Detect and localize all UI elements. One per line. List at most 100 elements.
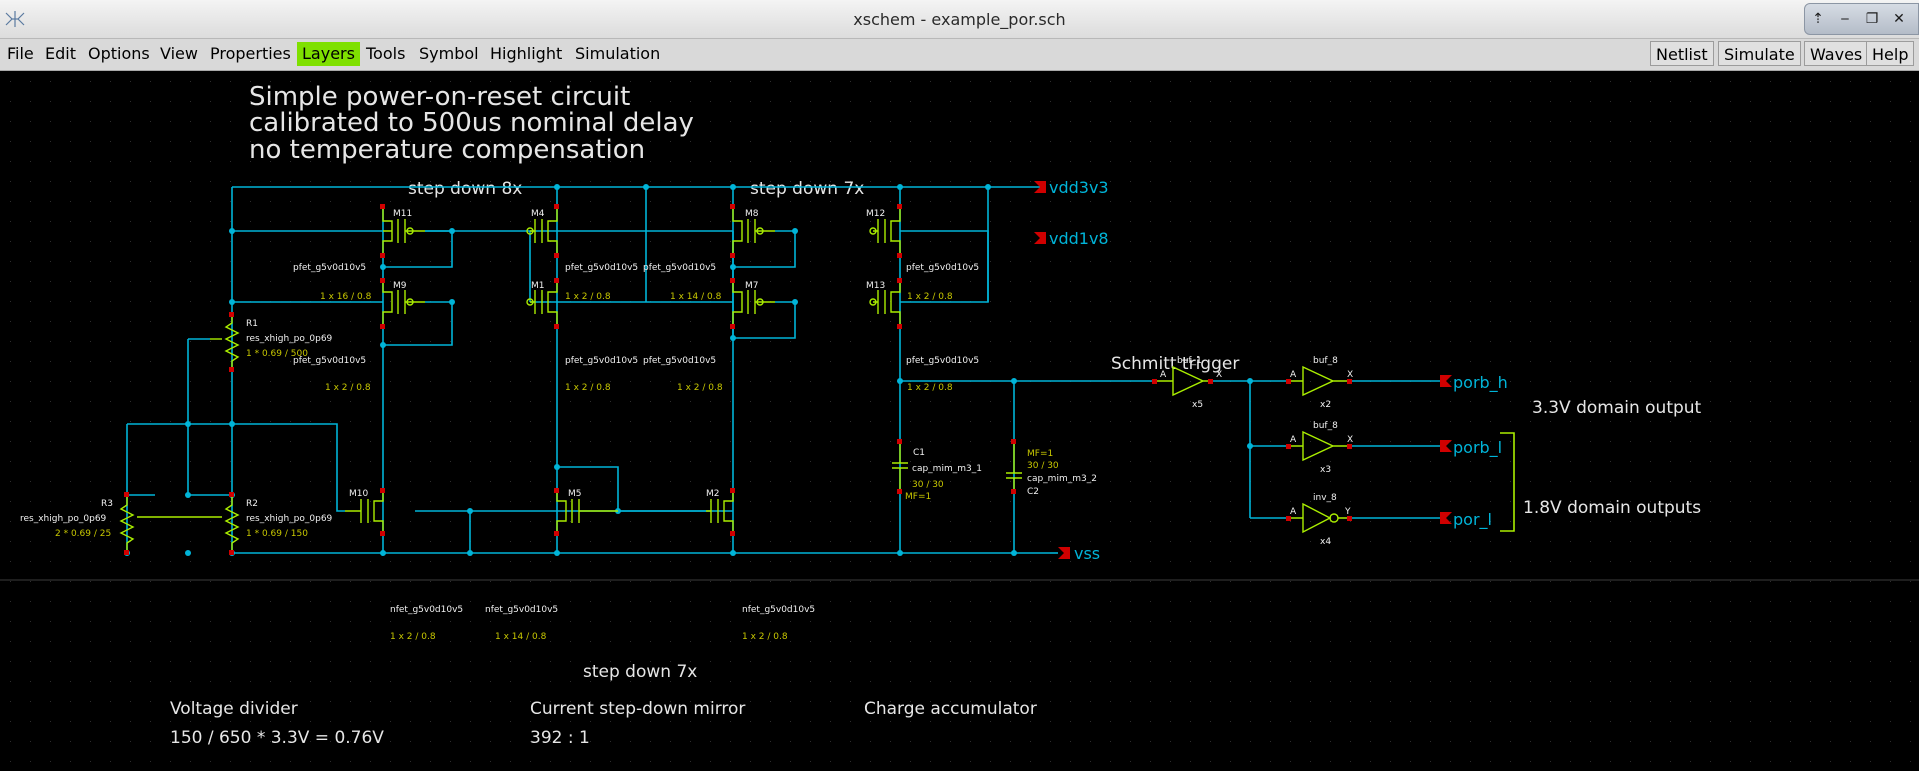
M8-size: 1 x 14 / 0.8 — [670, 292, 722, 302]
net-vss-label: vss — [1074, 544, 1100, 563]
net-por_l-label: por_l — [1453, 510, 1492, 530]
label-step-down-8x: step down 8x — [408, 179, 522, 199]
label-divider-formula: 150 / 650 * 3.3V = 0.76V — [170, 728, 384, 748]
M1-size: 1 x 2 / 0.8 — [565, 383, 611, 393]
menu-properties[interactable]: Properties — [205, 42, 296, 66]
M10-name: M10 — [349, 489, 368, 499]
menu-layers[interactable]: Layers — [297, 42, 360, 66]
label-step-down-7x-top: step down 7x — [750, 179, 864, 199]
label-charge-accumulator: Charge accumulator — [864, 699, 1037, 719]
help-button[interactable]: Help — [1866, 41, 1915, 66]
C1-name: C1 — [913, 448, 925, 458]
M5-model: nfet_g5v0d10v5 — [485, 605, 558, 615]
schematic-canvas[interactable]: Simple power-on-reset circuit calibrated… — [0, 71, 1919, 771]
C1-size: 30 / 30 — [912, 480, 944, 490]
R3-name: R3 — [101, 499, 113, 509]
x3-pin-x: X — [1347, 435, 1353, 445]
menu-tools[interactable]: Tools — [361, 42, 410, 66]
grid — [0, 71, 1919, 771]
waves-button[interactable]: Waves — [1804, 41, 1869, 66]
description-line-3: no temperature compensation — [249, 135, 645, 165]
description-line-2: calibrated to 500us nominal delay — [249, 108, 694, 138]
M2-name: M2 — [706, 489, 720, 499]
R1-model: res_xhigh_po_0p69 — [246, 334, 333, 344]
x2-cell: buf_8 — [1313, 356, 1338, 366]
net-porb_h-label: porb_h — [1453, 373, 1508, 393]
menu-options[interactable]: Options — [83, 42, 155, 66]
menu-simulation[interactable]: Simulation — [570, 42, 665, 66]
net-porb_l-label: porb_l — [1453, 438, 1502, 458]
maximize-icon[interactable]: ❐ — [1861, 8, 1883, 30]
R1-name: R1 — [246, 319, 258, 329]
simulate-button[interactable]: Simulate — [1718, 41, 1801, 66]
M2-size: 1 x 2 / 0.8 — [742, 632, 788, 642]
C1-mf: MF=1 — [905, 492, 931, 502]
C2-model: cap_mim_m3_2 — [1027, 474, 1097, 484]
x3-inst: x3 — [1320, 465, 1331, 475]
M2-model: nfet_g5v0d10v5 — [742, 605, 815, 615]
M8-model: pfet_g5v0d10v5 — [643, 263, 716, 273]
M7-name: M7 — [745, 281, 759, 291]
M5-size: 1 x 14 / 0.8 — [495, 632, 547, 642]
x3-pin-a: A — [1290, 435, 1297, 445]
R3-model: res_xhigh_po_0p69 — [20, 514, 107, 524]
M4-model: pfet_g5v0d10v5 — [565, 263, 638, 273]
x3-cell: buf_8 — [1313, 421, 1338, 431]
x4-cell: inv_8 — [1313, 493, 1337, 503]
up-arrow-icon[interactable]: ⇡ — [1807, 8, 1829, 30]
menu-highlight[interactable]: Highlight — [485, 42, 567, 66]
label-voltage-divider: Voltage divider — [170, 699, 298, 719]
x2-inst: x2 — [1320, 400, 1331, 410]
netlist-button[interactable]: Netlist — [1650, 41, 1714, 66]
menu-edit[interactable]: Edit — [40, 42, 81, 66]
M11-name: M11 — [393, 209, 412, 219]
M1-model: pfet_g5v0d10v5 — [565, 356, 638, 366]
R2-size: 1 * 0.69 / 150 — [246, 529, 308, 539]
M8-name: M8 — [745, 209, 759, 219]
x2-pin-x: X — [1347, 370, 1353, 380]
x4-inst: x4 — [1320, 537, 1331, 547]
C2-name: C2 — [1027, 487, 1039, 497]
M13-model: pfet_g5v0d10v5 — [906, 356, 979, 366]
C1-model: cap_mim_m3_1 — [912, 464, 982, 474]
M4-name: M4 — [531, 209, 545, 219]
M12-name: M12 — [866, 209, 885, 219]
M7-model: pfet_g5v0d10v5 — [643, 356, 716, 366]
M1-name: M1 — [531, 281, 545, 291]
menubar: File Edit Options View Properties Layers… — [0, 39, 1919, 71]
label-1v8-outputs: 1.8V domain outputs — [1523, 498, 1701, 518]
R2-model: res_xhigh_po_0p69 — [246, 514, 333, 524]
M12-size: 1 x 2 / 0.8 — [907, 292, 953, 302]
R2-name: R2 — [246, 499, 258, 509]
label-3v3-output: 3.3V domain output — [1532, 398, 1702, 418]
M13-size: 1 x 2 / 0.8 — [907, 383, 953, 393]
x4-pin-y: Y — [1344, 507, 1351, 517]
M4-size: 1 x 2 / 0.8 — [565, 292, 611, 302]
R3-size: 2 * 0.69 / 25 — [55, 529, 111, 539]
M9-size: 1 x 2 / 0.8 — [325, 383, 371, 393]
M10-size: 1 x 2 / 0.8 — [390, 632, 436, 642]
C2-size: 30 / 30 — [1027, 461, 1059, 471]
net-vdd1v8-label: vdd1v8 — [1049, 229, 1109, 248]
schematic-drawing[interactable]: Simple power-on-reset circuit calibrated… — [0, 71, 1919, 771]
menu-file[interactable]: File — [2, 42, 39, 66]
x2-pin-a: A — [1290, 370, 1297, 380]
close-icon[interactable]: ✕ — [1888, 8, 1910, 30]
M5-name: M5 — [568, 489, 582, 499]
M10-model: nfet_g5v0d10v5 — [390, 605, 463, 615]
x5-pin-x: X — [1216, 370, 1222, 380]
x5-inst: x5 — [1192, 400, 1203, 410]
label-mirror-ratio: 392 : 1 — [530, 728, 590, 748]
window-titlebar[interactable]: xschem - example_por.sch ⇡ ‒ ❐ ✕ — [0, 0, 1919, 39]
label-current-mirror: Current step-down mirror — [530, 699, 745, 719]
minimize-icon[interactable]: ‒ — [1834, 8, 1856, 30]
window-title: xschem - example_por.sch — [853, 10, 1066, 29]
label-step-down-7x-bottom: step down 7x — [583, 662, 697, 682]
C2-mf: MF=1 — [1027, 449, 1053, 459]
M11-size: 1 x 16 / 0.8 — [320, 292, 372, 302]
M13-name: M13 — [866, 281, 885, 291]
menu-view[interactable]: View — [155, 42, 203, 66]
x5-cell: buf_1 — [1177, 356, 1202, 366]
menu-symbol[interactable]: Symbol — [414, 42, 484, 66]
M12-model: pfet_g5v0d10v5 — [906, 263, 979, 273]
